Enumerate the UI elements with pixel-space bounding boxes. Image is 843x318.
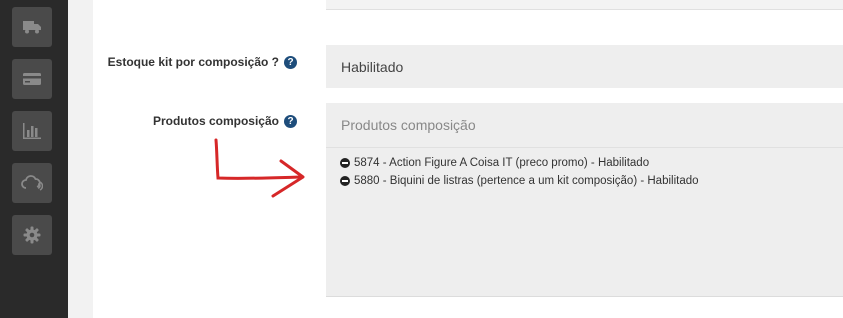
help-icon[interactable]: ? xyxy=(284,55,297,69)
kit-stock-value: Habilitado xyxy=(341,58,404,75)
sidebar-item-shipping[interactable] xyxy=(12,7,52,47)
main-content: Estoque kit por composição ? ? Habilitad… xyxy=(93,0,843,318)
credit-card-icon xyxy=(23,73,41,85)
sidebar-item-payments[interactable] xyxy=(12,59,52,99)
sidebar-item-reports[interactable] xyxy=(12,111,52,151)
products-label-text: Produtos composição xyxy=(152,114,279,128)
cloud-signal-icon xyxy=(21,175,43,191)
kit-stock-select[interactable]: Habilitado xyxy=(326,45,843,88)
product-label: 5880 - Biquini de listras (pertence a um… xyxy=(354,175,699,187)
kit-stock-label: Estoque kit por composição ? ? xyxy=(108,55,297,69)
products-search-placeholder: Produtos composição xyxy=(341,117,476,133)
sidebar-item-cloud[interactable] xyxy=(12,163,52,203)
remove-icon[interactable] xyxy=(340,176,350,186)
products-selected-list: 5874 - Action Figure A Coisa IT (preco p… xyxy=(326,147,843,297)
previous-field[interactable] xyxy=(326,0,843,10)
annotation-arrow-icon xyxy=(214,138,305,198)
content-gutter xyxy=(68,0,93,318)
sidebar xyxy=(0,0,68,318)
truck-icon xyxy=(23,21,41,34)
sidebar-item-settings[interactable] xyxy=(12,215,52,255)
help-icon[interactable]: ? xyxy=(284,114,297,128)
bar-chart-icon xyxy=(23,123,41,139)
remove-icon[interactable] xyxy=(340,158,350,168)
products-search-input[interactable]: Produtos composição xyxy=(326,103,843,147)
product-label: 5874 - Action Figure A Coisa IT (preco p… xyxy=(354,157,650,169)
products-label: Produtos composição ? xyxy=(153,114,297,128)
list-item: 5874 - Action Figure A Coisa IT (preco p… xyxy=(340,154,843,172)
list-item: 5880 - Biquini de listras (pertence a um… xyxy=(340,172,843,190)
kit-stock-label-text: Estoque kit por composição ? xyxy=(107,55,279,69)
gear-icon xyxy=(23,226,41,244)
